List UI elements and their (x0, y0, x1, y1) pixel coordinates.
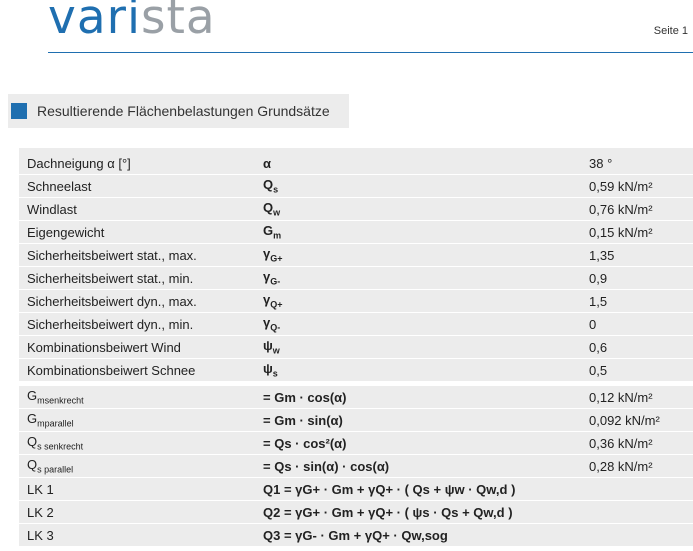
param-symbol-sub: s (273, 184, 279, 195)
formula-value: 0,092 kN/m² (581, 408, 693, 432)
varista-logo: varista® (48, 0, 235, 41)
param-value: 38 ° (581, 148, 693, 175)
param-symbol-sub: G+ (270, 253, 283, 264)
param-symbol: α (255, 148, 581, 175)
param-label: Dachneigung α [°] (19, 148, 255, 175)
param-symbol: Qw (255, 197, 581, 221)
param-row: Schneelast Qs 0,59 kN/m² (19, 174, 693, 198)
param-value: 0,15 kN/m² (581, 220, 693, 244)
logo-text-sta: sta (141, 0, 216, 45)
formula-row: Gmparallel = Gm · sin(α) 0,092 kN/m² (19, 408, 693, 432)
formula-label: LK 1 (19, 477, 255, 501)
formulas-table: Gmsenkrecht = Gm · cos(α) 0,12 kN/m² Gmpara… (19, 386, 693, 547)
param-label: Sicherheitsbeiwert dyn., min. (19, 312, 255, 336)
param-symbol-sub: G- (270, 276, 281, 287)
param-label: Windlast (19, 197, 255, 221)
formula-label-sub: s senkrecht (37, 441, 84, 452)
formula-expression: Q2 = γG+ · Gm + γQ+ · ( ψs · Qs + Qw,d ) (255, 500, 581, 524)
param-symbol: γQ+ (255, 289, 581, 313)
header-divider (48, 52, 693, 53)
param-value: 1,35 (581, 243, 693, 267)
formula-expression: = Qs · cos²(α) (255, 431, 581, 455)
param-label: Sicherheitsbeiwert stat., min. (19, 266, 255, 290)
param-value: 0,59 kN/m² (581, 174, 693, 198)
param-value: 0,6 (581, 335, 693, 359)
param-row: Eigengewicht Gm 0,15 kN/m² (19, 220, 693, 244)
param-value: 0,9 (581, 266, 693, 290)
formula-row: LK 3 Q3 = γG- · Gm + γQ+ · Qw,sog (19, 523, 693, 547)
formula-label: LK 3 (19, 523, 255, 547)
formula-value: 0,36 kN/m² (581, 431, 693, 455)
formula-value: 0,12 kN/m² (581, 386, 693, 409)
param-label: Kombinationsbeiwert Wind (19, 335, 255, 359)
formula-expression: = Gm · cos(α) (255, 386, 581, 409)
param-symbol-sub: s (272, 368, 278, 379)
section-title: Resultierende Flächenbelastungen Grundsä… (37, 103, 330, 119)
formula-value (581, 477, 693, 501)
formula-label: Gmparallel (19, 408, 255, 432)
param-label: Sicherheitsbeiwert dyn., max. (19, 289, 255, 313)
param-row: Kombinationsbeiwert Wind ψw 0,6 (19, 335, 693, 359)
section-header: Resultierende Flächenbelastungen Grundsä… (8, 94, 349, 128)
page-number: Seite 1 (653, 25, 688, 37)
parameters-table: Dachneigung α [°] α 38 ° Schneelast Qs 0,59 k… (19, 148, 693, 382)
formula-label: LK 2 (19, 500, 255, 524)
formula-row: LK 1 Q1 = γG+ · Gm + γQ+ · ( Qs + ψw · Qw… (19, 477, 693, 501)
formula-row: LK 2 Q2 = γG+ · Gm + γQ+ · ( ψs · Qs + Qw… (19, 500, 693, 524)
param-symbol: Qs (255, 174, 581, 198)
section-marker-icon (11, 103, 27, 119)
param-symbol: γQ- (255, 312, 581, 336)
param-row: Sicherheitsbeiwert dyn., max. γQ+ 1,5 (19, 289, 693, 313)
formula-label: Qs senkrecht (19, 431, 255, 455)
formula-label-sub: mparallel (37, 418, 74, 429)
param-symbol-sub: m (273, 230, 282, 241)
formula-row: Qs parallel = Qs · sin(α) · cos(α) 0,28 kN… (19, 454, 693, 478)
formula-value: 0,28 kN/m² (581, 454, 693, 478)
formula-expression: Q3 = γG- · Gm + γQ+ · Qw,sog (255, 523, 581, 547)
param-symbol: γG+ (255, 243, 581, 267)
param-symbol-sub: Q- (270, 322, 281, 333)
param-label: Kombinationsbeiwert Schnee (19, 358, 255, 382)
formula-value (581, 500, 693, 524)
param-row: Sicherheitsbeiwert stat., max. γG+ 1,35 (19, 243, 693, 267)
param-symbol: Gm (255, 220, 581, 244)
param-symbol: ψs (255, 358, 581, 382)
param-label: Schneelast (19, 174, 255, 198)
formula-label-sub: s parallel (37, 464, 74, 475)
param-symbol-sub: w (272, 345, 280, 356)
formula-expression: = Qs · sin(α) · cos(α) (255, 454, 581, 478)
param-value: 1,5 (581, 289, 693, 313)
param-row: Kombinationsbeiwert Schnee ψs 0,5 (19, 358, 693, 382)
param-value: 0,76 kN/m² (581, 197, 693, 221)
param-row: Dachneigung α [°] α 38 ° (19, 148, 693, 175)
formula-value (581, 523, 693, 547)
param-label: Sicherheitsbeiwert stat., max. (19, 243, 255, 267)
param-symbol-sub: Q+ (270, 299, 283, 310)
formula-row: Qs senkrecht = Qs · cos²(α) 0,36 kN/m² (19, 431, 693, 455)
formula-label-sub: msenkrecht (37, 395, 84, 406)
formula-label: Gmsenkrecht (19, 386, 255, 409)
logo-text-vari: vari (48, 0, 141, 45)
param-value: 0 (581, 312, 693, 336)
formula-expression: Q1 = γG+ · Gm + γQ+ · ( Qs + ψw · Qw,d ) (255, 477, 581, 501)
param-row: Sicherheitsbeiwert dyn., min. γQ- 0 (19, 312, 693, 336)
formula-label: Qs parallel (19, 454, 255, 478)
param-row: Windlast Qw 0,76 kN/m² (19, 197, 693, 221)
param-row: Sicherheitsbeiwert stat., min. γG- 0,9 (19, 266, 693, 290)
param-symbol: ψw (255, 335, 581, 359)
param-symbol-sub: w (273, 207, 281, 218)
param-label: Eigengewicht (19, 220, 255, 244)
param-symbol: γG- (255, 266, 581, 290)
formula-expression: = Gm · sin(α) (255, 408, 581, 432)
formula-row: Gmsenkrecht = Gm · cos(α) 0,12 kN/m² (19, 386, 693, 409)
param-value: 0,5 (581, 358, 693, 382)
